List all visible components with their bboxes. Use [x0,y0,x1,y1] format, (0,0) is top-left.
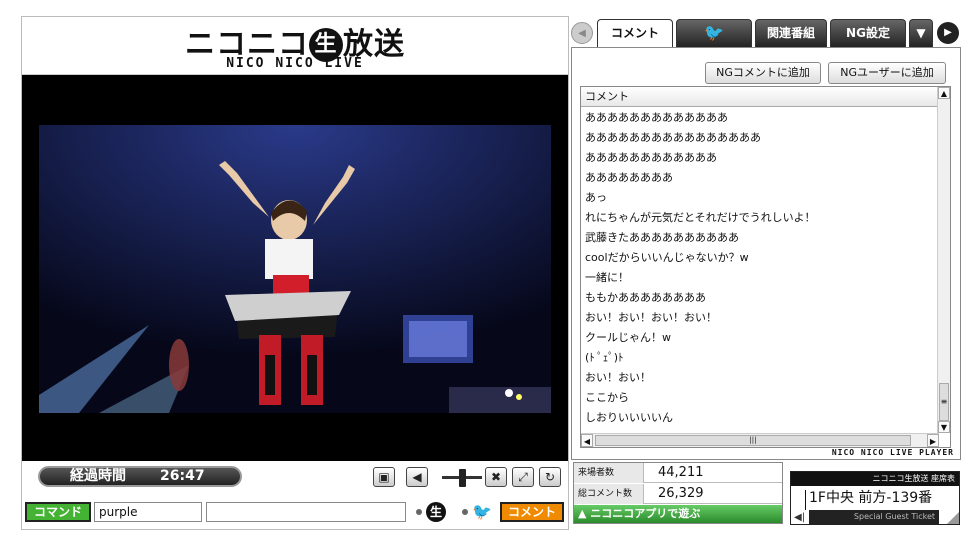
tab-ng-settings[interactable]: NG設定 [830,19,906,47]
vertical-scroll-thumb[interactable]: ≡ [939,383,949,421]
comment-panel: NGコメントに追加 NGユーザーに追加 コメント あああああああああああああ ああ… [571,47,961,460]
frame-icon: ▣ [378,470,390,484]
comment-input-row: コマンド 生 🐦 コメント [22,501,568,525]
tab-related-programs[interactable]: 関連番組 [755,19,827,47]
volume-slider[interactable] [442,469,482,487]
ticket-divider [805,490,806,510]
chevron-right-icon: ▶ [944,27,952,38]
twitter-post-toggle[interactable]: 🐦 [458,502,498,522]
popout-button[interactable]: ⤢ [512,467,534,487]
total-comments-label: 総コメント数 [574,484,644,504]
total-comments-row: 総コメント数 26,329 [574,484,782,504]
side-tabs: ◀ コメント 🐦 関連番組 NG設定 ▼ ▶ [571,19,961,47]
comment-row[interactable]: れにちゃんが元気だとそれだけでうれしいよ！ [581,208,939,228]
seat-ticket[interactable]: ニコニコ生放送 座席表 1F中央 前方-139番 ◀| Special Gues… [790,471,960,525]
comment-list[interactable]: コメント あああああああああああああ ああああああああああああああああ ああああああ… [580,86,951,448]
ticket-corner-fold-icon [947,512,959,524]
visitors-value: 44,211 [658,465,704,480]
reload-button[interactable]: ↻ [539,467,561,487]
comment-row[interactable]: ああああああああああああああああ [581,128,939,148]
refresh-icon: ↻ [544,470,556,484]
command-input[interactable] [94,502,202,522]
player-controls: 経過時間 26:47 ▣ ◀ ✖ ⤢ ↻ コマンド 生 🐦 コメント [22,463,568,529]
comment-row[interactable]: ああああああああああああ [581,148,939,168]
speaker-icon: ◀ [412,470,422,484]
comment-row[interactable]: ここから [581,388,939,408]
scroll-down-arrow-icon[interactable]: ▼ [938,421,950,433]
player-brand-label: NICO NICO LIVE PLAYER [831,448,954,457]
live-player: ニコニコ生放送 NICO NICO LIVE 経過時間 26:47 ▣ ◀ ✖ … [21,16,569,530]
horizontal-scroll-thumb[interactable]: ||| [595,435,911,446]
logo-bar: ニコニコ生放送 NICO NICO LIVE [22,17,568,75]
visitors-label: 来場者数 [574,463,644,483]
ticket-sound-icon: ◀| [794,512,806,523]
close-box-icon: ✖ [490,470,502,484]
comment-row[interactable]: (ﾄ ﾟｪﾟ)ﾄ [581,348,939,368]
comment-row[interactable]: おい！おい！おい！おい！ [581,308,939,328]
tab-prev-button[interactable]: ◀ [571,22,593,44]
niconico-app-link[interactable]: ▲ ニコニコアプリで遊ぶ [574,505,782,523]
broadcast-stats: 来場者数 44,211 総コメント数 26,329 ▲ ニコニコアプリで遊ぶ [573,462,783,524]
video-frame [39,125,551,413]
tab-next-button[interactable]: ▶ [937,22,959,44]
comment-row[interactable]: ああああああああ [581,168,939,188]
visitors-row: 来場者数 44,211 [574,463,782,483]
comment-row[interactable]: 武藤きたああああああああああ [581,228,939,248]
comment-column-header[interactable]: コメント [581,87,939,107]
comment-row[interactable]: おい！おい！ [581,368,939,388]
hide-comments-button[interactable]: ✖ [485,467,507,487]
nama-post-toggle[interactable]: 生 [410,502,458,522]
tab-twitter[interactable]: 🐦 [676,19,752,47]
radio-dot-icon [462,509,468,515]
comment-row[interactable]: coolだからいいんじゃないか？w [581,248,939,268]
ticket-guest-label: Special Guest Ticket [809,510,939,524]
elapsed-time-label: 経過時間 [70,468,126,484]
scroll-left-arrow-icon[interactable]: ◀ [581,434,593,447]
tab-comment[interactable]: コメント [597,19,673,47]
concert-scene-image [39,125,551,413]
ticket-header: ニコニコ生放送 座席表 [791,472,959,486]
ticket-seat: 1F中央 前方-139番 [809,490,933,506]
elapsed-time-display: 経過時間 26:47 [38,466,242,487]
vertical-scrollbar[interactable]: ▲ ≡ ▼ [937,87,950,433]
radio-dot-icon [416,509,422,515]
volume-slider-knob[interactable] [459,469,466,487]
expand-icon: ⤢ [518,470,528,484]
comment-rows: あああああああああああああ ああああああああああああああああ あああああああああああ… [581,108,939,428]
chevron-down-icon: ▼ [916,26,926,40]
twitter-bird-icon: 🐦 [704,23,724,42]
tab-menu-dropdown[interactable]: ▼ [909,19,933,47]
nama-icon: 生 [426,502,446,522]
add-ng-user-button[interactable]: NGユーザーに追加 [828,62,946,84]
comment-row[interactable]: あああああああああああああ [581,108,939,128]
comment-input[interactable] [206,502,406,522]
add-ng-comment-button[interactable]: NGコメントに追加 [705,62,821,84]
comment-row[interactable]: あっ [581,188,939,208]
total-comments-value: 26,329 [658,486,704,501]
elapsed-time-value: 26:47 [160,468,205,484]
horizontal-scrollbar[interactable]: ◀ ||| ▶ [581,433,939,447]
comment-row[interactable]: しおりいいいいん [581,408,939,428]
twitter-bird-icon: 🐦 [472,502,492,521]
comment-row[interactable]: クールじゃん！w [581,328,939,348]
mute-button[interactable]: ◀ [406,467,428,487]
comment-row[interactable]: ももかああああああああ [581,288,939,308]
scroll-up-arrow-icon[interactable]: ▲ [938,87,950,99]
command-button[interactable]: コマンド [25,502,91,522]
chevron-left-icon: ◀ [578,28,586,39]
comment-row[interactable]: 一緒に！ [581,268,939,288]
submit-comment-button[interactable]: コメント [500,502,564,522]
fullscreen-toggle-button[interactable]: ▣ [373,467,395,487]
logo-subtitle: NICO NICO LIVE [226,56,364,71]
video-area[interactable] [22,75,568,461]
scroll-right-arrow-icon[interactable]: ▶ [927,434,939,447]
